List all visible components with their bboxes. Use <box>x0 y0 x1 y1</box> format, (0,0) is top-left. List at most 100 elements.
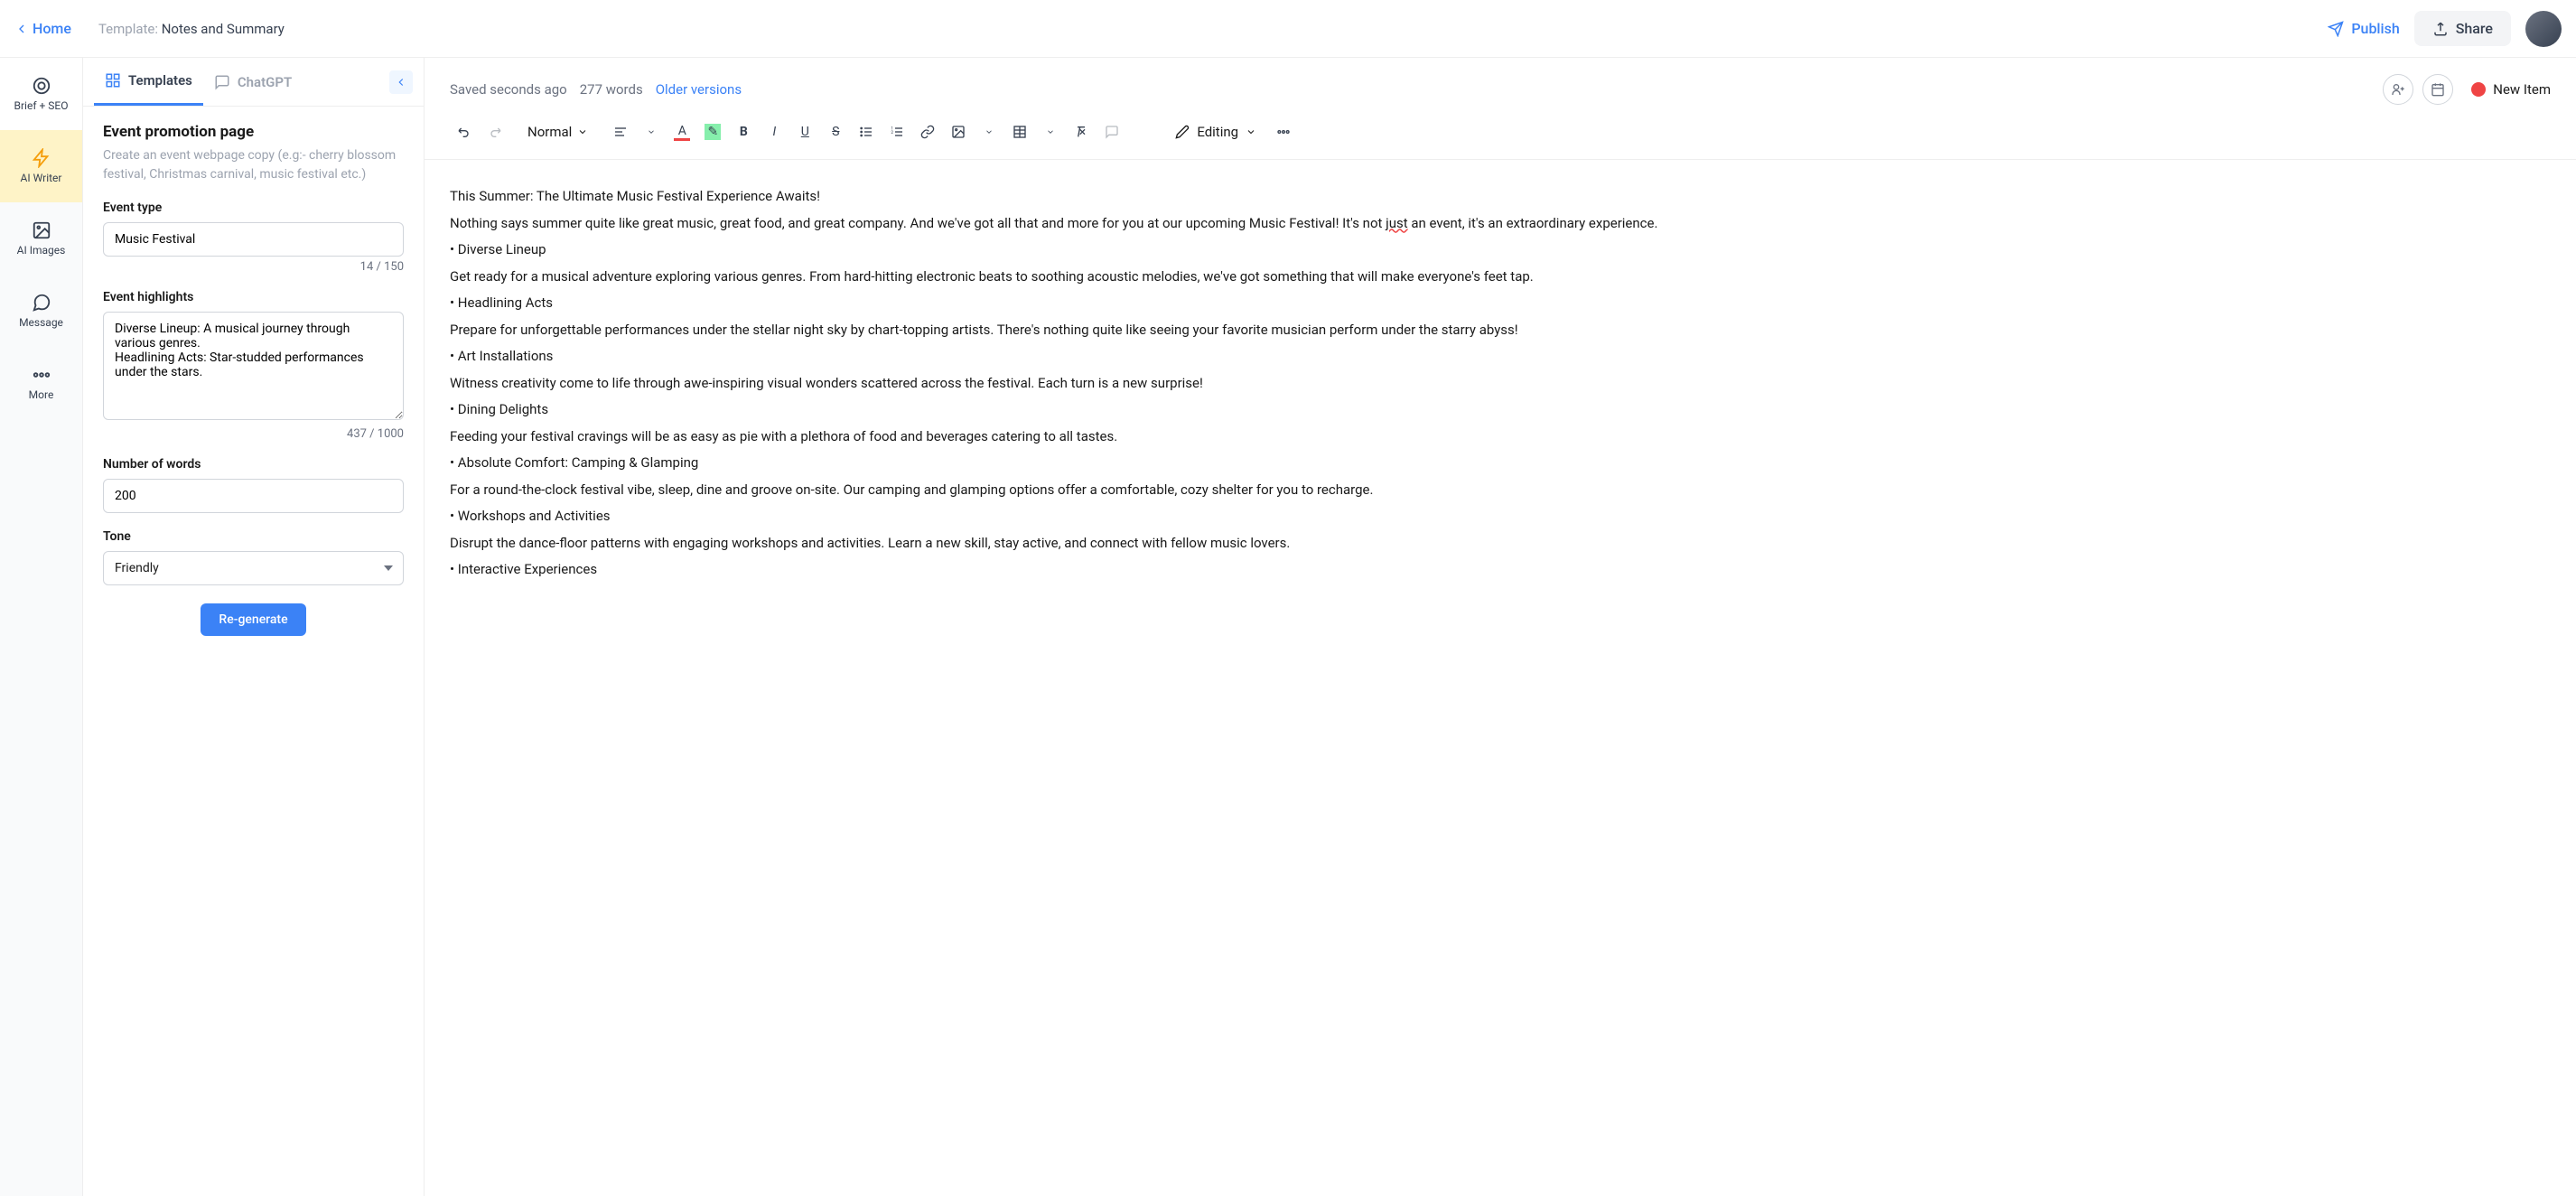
editor: Saved seconds ago 277 words Older versio… <box>425 58 2576 1196</box>
sidebar-tabs: Templates ChatGPT <box>83 58 424 107</box>
tone-select[interactable]: Friendly <box>103 551 404 585</box>
undo-icon <box>457 125 471 139</box>
bullet-list-button[interactable] <box>852 117 881 146</box>
tab-chatgpt[interactable]: ChatGPT <box>203 60 303 105</box>
redo-button[interactable] <box>481 117 509 146</box>
publish-button[interactable]: Publish <box>2313 13 2413 44</box>
template-name: Notes and Summary <box>162 21 285 37</box>
home-link[interactable]: Home <box>14 20 71 37</box>
chevron-down-icon <box>1046 127 1055 136</box>
form-description: Create an event webpage copy (e.g:- cher… <box>103 146 404 184</box>
calendar-icon <box>2431 82 2445 97</box>
content-line: • Headlining Acts <box>450 292 2551 315</box>
share-button[interactable]: Share <box>2414 11 2511 46</box>
home-text: Home <box>33 20 71 37</box>
user-plus-icon <box>2391 82 2405 97</box>
topbar: Home Template: Notes and Summary Publish… <box>0 0 2576 58</box>
strike-icon: S <box>832 125 839 139</box>
link-button[interactable] <box>913 117 942 146</box>
rail-brief-seo[interactable]: Brief + SEO <box>0 58 82 130</box>
bold-icon: B <box>740 125 748 139</box>
highlights-label: Event highlights <box>103 290 404 304</box>
clear-format-button[interactable] <box>1067 117 1096 146</box>
ordered-list-button[interactable]: 12 <box>882 117 911 146</box>
more-toolbar-button[interactable] <box>1269 117 1298 146</box>
tab-templates[interactable]: Templates <box>94 58 203 106</box>
rail-more[interactable]: More <box>0 347 82 419</box>
content-line: • Dining Delights <box>450 398 2551 422</box>
pencil-icon <box>1175 125 1190 139</box>
comment-icon <box>1105 125 1119 139</box>
editor-header: Saved seconds ago 277 words Older versio… <box>425 58 2576 105</box>
undo-button[interactable] <box>450 117 479 146</box>
words-label: Number of words <box>103 457 404 472</box>
event-type-input[interactable] <box>103 222 404 257</box>
comment-button[interactable] <box>1097 117 1126 146</box>
avatar[interactable] <box>2525 11 2562 47</box>
template-label: Template: Notes and Summary <box>98 21 285 37</box>
new-item-indicator[interactable]: New Item <box>2471 81 2551 98</box>
words-input[interactable] <box>103 479 404 513</box>
rail-ai-writer[interactable]: AI Writer <box>0 130 82 202</box>
highlight-icon: ✎ <box>705 124 721 140</box>
rail-message[interactable]: Message <box>0 275 82 347</box>
content-line: Witness creativity come to life through … <box>450 372 2551 396</box>
strike-button[interactable]: S <box>821 117 850 146</box>
image-dropdown[interactable] <box>975 117 1003 146</box>
align-button[interactable] <box>606 117 635 146</box>
highlights-counter: 437 / 1000 <box>103 427 404 441</box>
content-line: Feeding your festival cravings will be a… <box>450 425 2551 449</box>
event-type-label: Event type <box>103 201 404 215</box>
content-line: • Art Installations <box>450 345 2551 369</box>
underline-button[interactable]: U <box>790 117 819 146</box>
content-line: For a round-the-clock festival vibe, sle… <box>450 479 2551 502</box>
italic-button[interactable]: I <box>760 117 789 146</box>
collapse-sidebar-button[interactable] <box>389 70 413 94</box>
image-button[interactable] <box>944 117 973 146</box>
word-count: 277 words <box>580 81 643 98</box>
bold-button[interactable]: B <box>729 117 758 146</box>
content-line: This Summer: The Ultimate Music Festival… <box>450 185 2551 209</box>
paragraph-style-select[interactable]: Normal <box>518 120 597 144</box>
table-button[interactable] <box>1005 117 1034 146</box>
link-icon <box>920 125 935 139</box>
font-color-button[interactable]: A <box>667 117 696 146</box>
regenerate-button[interactable]: Re-generate <box>201 603 305 636</box>
dots-icon <box>32 365 51 385</box>
calendar-button[interactable] <box>2422 74 2453 105</box>
tone-label: Tone <box>103 529 404 544</box>
table-dropdown[interactable] <box>1036 117 1065 146</box>
redo-icon <box>488 125 502 139</box>
highlight-button[interactable]: ✎ <box>698 117 727 146</box>
chat-icon <box>32 293 51 313</box>
clear-format-icon <box>1074 125 1088 139</box>
add-user-button[interactable] <box>2383 74 2413 105</box>
chevron-down-icon <box>647 127 656 136</box>
content-line: • Diverse Lineup <box>450 238 2551 262</box>
font-color-icon: A <box>674 124 690 141</box>
editing-mode-select[interactable]: Editing <box>1164 118 1267 145</box>
editor-toolbar: Normal A ✎ B I U S 12 Editing <box>425 105 2576 160</box>
upload-icon <box>2432 21 2449 37</box>
highlights-textarea[interactable]: Diverse Lineup: A musical journey throug… <box>103 312 404 420</box>
event-type-counter: 14 / 150 <box>103 260 404 274</box>
target-icon <box>32 76 51 96</box>
bolt-icon <box>32 148 51 168</box>
chevron-down-icon <box>1246 126 1256 137</box>
chat-bubble-icon <box>214 74 230 90</box>
older-versions-link[interactable]: Older versions <box>656 81 742 98</box>
template-form: Event promotion page Create an event web… <box>83 107 424 652</box>
grid-icon <box>105 72 121 89</box>
chevron-left-icon <box>14 22 29 36</box>
image-icon <box>32 220 51 240</box>
italic-icon: I <box>772 125 776 139</box>
status-dot-icon <box>2471 82 2486 97</box>
left-rail: Brief + SEO AI Writer AI Images Message … <box>0 58 83 1196</box>
align-dropdown[interactable] <box>637 117 666 146</box>
save-status: Saved seconds ago <box>450 81 567 98</box>
editor-content[interactable]: This Summer: The Ultimate Music Festival… <box>425 160 2576 1196</box>
rail-ai-images[interactable]: AI Images <box>0 202 82 275</box>
content-line: • Absolute Comfort: Camping & Glamping <box>450 452 2551 475</box>
content-line: • Workshops and Activities <box>450 505 2551 528</box>
send-icon <box>2328 21 2344 37</box>
